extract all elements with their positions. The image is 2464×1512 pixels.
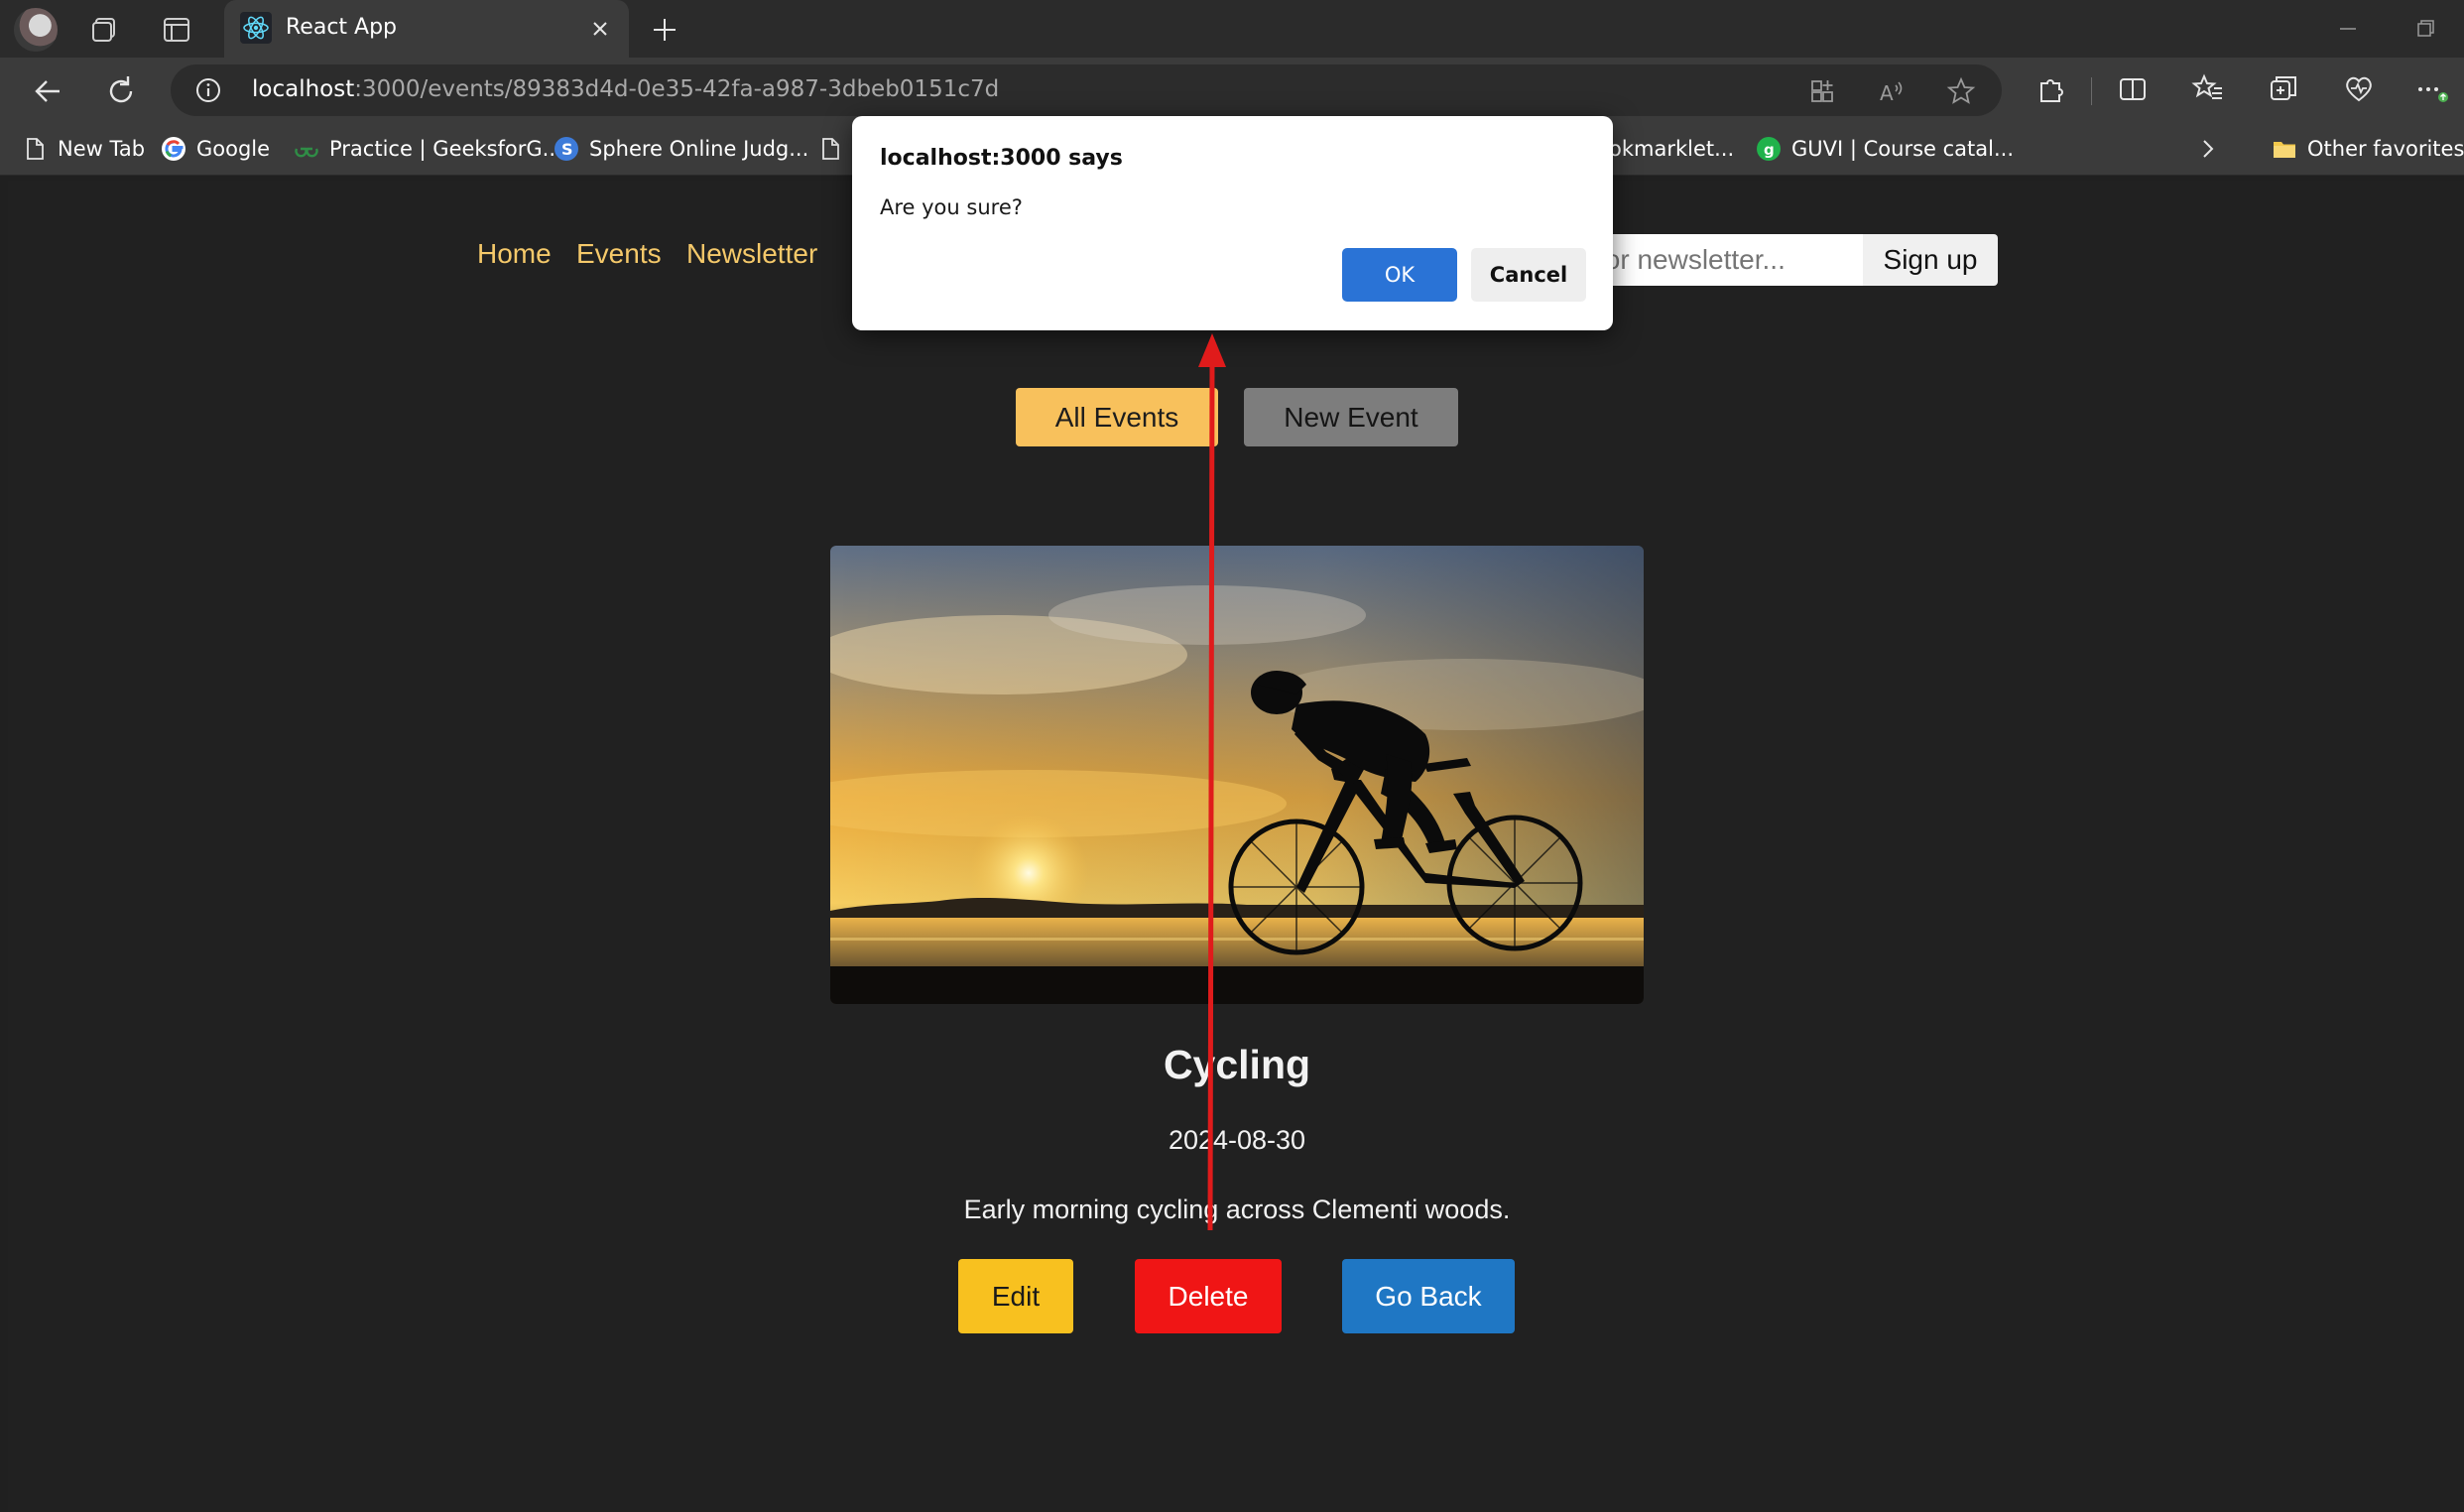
fav-label: Google: [196, 137, 271, 161]
more-menu-icon[interactable]: [2412, 71, 2448, 107]
fav-guvi[interactable]: g GUVI | Course catal...: [1756, 133, 2014, 165]
extensions-icon[interactable]: [2033, 71, 2069, 107]
dialog-message: Are you sure?: [880, 195, 1023, 219]
site-info-icon[interactable]: [194, 76, 222, 104]
fav-label: GUVI | Course catal...: [1791, 137, 2014, 161]
workspaces-icon[interactable]: [89, 14, 121, 46]
browser-essentials-icon[interactable]: [2341, 71, 2377, 107]
fav-label: Sphere Online Judg...: [589, 137, 809, 161]
refresh-icon[interactable]: [101, 71, 141, 111]
tab-title: React App: [286, 15, 398, 40]
fav-label: Other favorites: [2307, 137, 2464, 161]
fav-spoj[interactable]: S Sphere Online Judg...: [554, 133, 808, 165]
edit-button[interactable]: Edit: [958, 1259, 1073, 1333]
annotation-arrow: [1198, 333, 1226, 1231]
back-arrow-icon[interactable]: [28, 71, 67, 111]
newsletter-email-input[interactable]: [1585, 234, 1871, 286]
favorites-icon[interactable]: [2190, 71, 2226, 107]
nav-events[interactable]: Events: [576, 238, 662, 270]
svg-text:g: g: [1764, 141, 1775, 159]
svg-text:S: S: [561, 140, 573, 159]
close-tab-icon[interactable]: [585, 14, 615, 44]
google-icon: [162, 137, 185, 161]
page-icon: [27, 138, 44, 160]
react-icon: [240, 12, 272, 44]
spoj-icon: S: [554, 137, 578, 161]
collections-icon[interactable]: [2266, 71, 2301, 107]
geeksforgeeks-icon: [295, 147, 318, 158]
tab-strip: React App: [0, 0, 2464, 58]
fav-label: Practice | GeeksforG...: [329, 137, 562, 161]
tab-actions-icon[interactable]: [161, 14, 192, 46]
dialog-ok-button[interactable]: OK: [1342, 248, 1457, 302]
address-bar[interactable]: localhost:3000/events/89383d4d-0e35-42fa…: [171, 64, 2002, 116]
url-host: localhost: [252, 76, 355, 102]
browser-toolbar: localhost:3000/events/89383d4d-0e35-42fa…: [0, 58, 2464, 123]
fav-other-favorites[interactable]: Other favorites: [2272, 133, 2464, 165]
fav-google[interactable]: Google: [161, 133, 270, 165]
url-path: :3000/events/89383d4d-0e35-42fa-a987-3db…: [354, 76, 1000, 102]
dialog-cancel-button[interactable]: Cancel: [1471, 248, 1586, 302]
favorite-star-icon[interactable]: [1946, 76, 1976, 106]
go-back-button[interactable]: Go Back: [1342, 1259, 1515, 1333]
minimize-icon[interactable]: [2333, 16, 2363, 42]
page-icon: [822, 138, 839, 160]
url-text[interactable]: localhost:3000/events/89383d4d-0e35-42fa…: [252, 76, 999, 102]
fav-geeksforgeeks[interactable]: Practice | GeeksforG...: [294, 133, 562, 165]
fav-page[interactable]: [817, 133, 843, 165]
app-available-icon[interactable]: [1807, 76, 1837, 106]
nav-newsletter[interactable]: Newsletter: [686, 238, 817, 270]
folder-icon: [2274, 142, 2295, 158]
restore-icon[interactable]: [2410, 16, 2440, 42]
new-event-button[interactable]: New Event: [1244, 388, 1458, 446]
chevron-right-icon[interactable]: [2194, 135, 2222, 163]
signup-button[interactable]: Sign up: [1863, 234, 1998, 286]
fav-bookmarklet[interactable]: okmarklet...: [1609, 133, 1734, 165]
profile-avatar[interactable]: [14, 8, 58, 52]
split-screen-icon[interactable]: [2115, 71, 2151, 107]
svg-text:A: A: [1880, 81, 1894, 105]
nav-home[interactable]: Home: [477, 238, 552, 270]
dialog-title: localhost:3000 says: [880, 146, 1123, 171]
confirm-dialog: localhost:3000 says Are you sure? OK Can…: [852, 116, 1613, 330]
fav-label: New Tab: [58, 137, 146, 161]
tab-react-app[interactable]: React App: [224, 0, 629, 58]
read-aloud-icon[interactable]: A: [1877, 76, 1907, 106]
guvi-icon: g: [1757, 137, 1781, 161]
fav-new-tab[interactable]: New Tab: [22, 133, 145, 165]
new-tab-plus-icon[interactable]: [647, 12, 682, 48]
toolbar-divider: [2091, 77, 2092, 105]
fav-label: okmarklet...: [1609, 137, 1735, 161]
delete-button[interactable]: Delete: [1135, 1259, 1282, 1333]
